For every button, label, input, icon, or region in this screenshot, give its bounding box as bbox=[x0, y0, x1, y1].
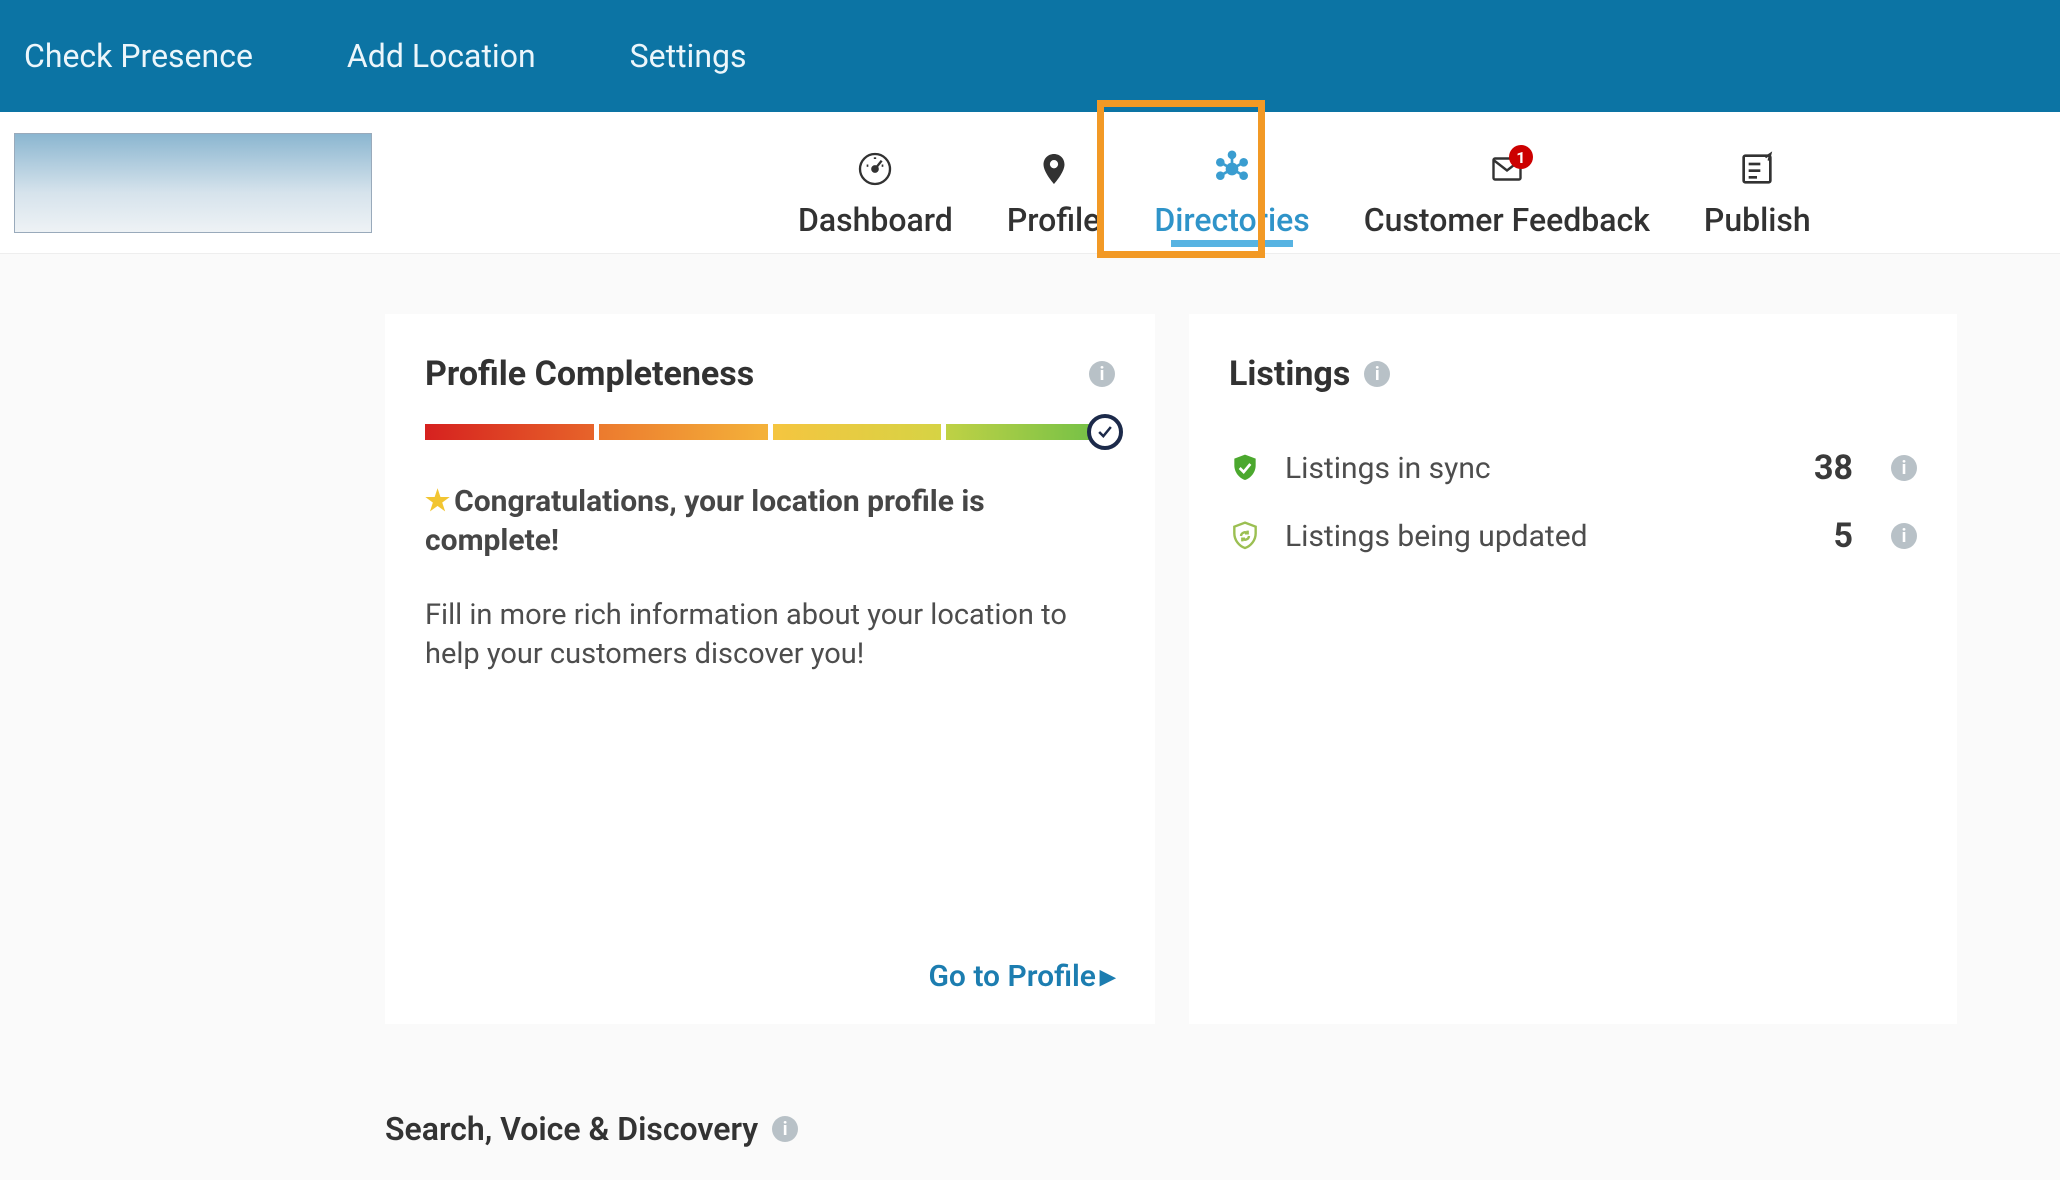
card-header: Listings i bbox=[1229, 354, 1917, 394]
congrats-message: ★Congratulations, your location profile … bbox=[425, 482, 1115, 560]
chevron-right-icon: ▸ bbox=[1100, 959, 1115, 994]
main-content: Profile Completeness i ★Congratulations,… bbox=[0, 254, 2060, 1024]
listings-card: Listings i Listings in sync 38 i Listing… bbox=[1189, 314, 1957, 1024]
star-icon: ★ bbox=[425, 484, 450, 517]
tab-publish[interactable]: Publish bbox=[1698, 137, 1817, 245]
listings-row-in-sync: Listings in sync 38 i bbox=[1229, 434, 1917, 502]
tab-dashboard[interactable]: Dashboard bbox=[792, 137, 959, 245]
tab-profile[interactable]: Profile bbox=[1001, 137, 1107, 245]
topbar: Check Presence Add Location Settings bbox=[0, 0, 2060, 112]
envelope-icon: 1 bbox=[1485, 147, 1529, 191]
tab-label: Publish bbox=[1704, 201, 1811, 239]
shield-check-icon bbox=[1229, 452, 1261, 484]
progress-seg bbox=[425, 424, 594, 440]
tab-underline bbox=[1171, 240, 1293, 247]
nav-row: Dashboard Profile Directories 1 Customer… bbox=[0, 112, 2060, 254]
section-title: Search, Voice & Discovery bbox=[385, 1110, 758, 1148]
topbar-link-add-location[interactable]: Add Location bbox=[347, 37, 536, 75]
tabs: Dashboard Profile Directories 1 Customer… bbox=[792, 112, 1817, 253]
card-title: Profile Completeness bbox=[425, 354, 754, 394]
info-icon[interactable]: i bbox=[1891, 523, 1917, 549]
card-title: Listings bbox=[1229, 354, 1350, 394]
topbar-link-settings[interactable]: Settings bbox=[630, 37, 747, 75]
row-value: 38 bbox=[1814, 448, 1853, 488]
gauge-icon bbox=[853, 147, 897, 191]
progress-seg bbox=[599, 424, 768, 440]
tab-label: Directories bbox=[1154, 201, 1309, 239]
profile-description: Fill in more rich information about your… bbox=[425, 596, 1115, 674]
progress-complete-icon bbox=[1087, 414, 1123, 450]
tab-label: Profile bbox=[1007, 201, 1101, 239]
card-header: Profile Completeness i bbox=[425, 354, 1115, 394]
info-icon[interactable]: i bbox=[1089, 361, 1115, 387]
row-label: Listings being updated bbox=[1285, 519, 1809, 554]
row-label: Listings in sync bbox=[1285, 451, 1790, 486]
congrats-text: Congratulations, your location profile i… bbox=[425, 484, 985, 558]
info-icon[interactable]: i bbox=[772, 1116, 798, 1142]
map-pin-icon bbox=[1032, 147, 1076, 191]
progress-seg bbox=[773, 424, 942, 440]
cta-label: Go to Profile bbox=[928, 959, 1095, 994]
progress-segments bbox=[425, 424, 1115, 440]
listings-row-updating: Listings being updated 5 i bbox=[1229, 502, 1917, 570]
card-footer: Go to Profile▸ bbox=[425, 959, 1115, 994]
logo bbox=[14, 133, 372, 233]
topbar-link-check-presence[interactable]: Check Presence bbox=[24, 37, 253, 75]
profile-completeness-card: Profile Completeness i ★Congratulations,… bbox=[385, 314, 1155, 1024]
info-icon[interactable]: i bbox=[1364, 361, 1390, 387]
shield-refresh-icon bbox=[1229, 520, 1261, 552]
network-icon bbox=[1210, 147, 1254, 191]
notification-badge: 1 bbox=[1509, 145, 1533, 169]
row-value: 5 bbox=[1833, 516, 1853, 556]
publish-icon bbox=[1735, 147, 1779, 191]
progress-bar bbox=[425, 424, 1115, 442]
tab-label: Dashboard bbox=[798, 201, 953, 239]
go-to-profile-link[interactable]: Go to Profile▸ bbox=[928, 959, 1115, 994]
tab-label: Customer Feedback bbox=[1364, 201, 1650, 239]
tab-customer-feedback[interactable]: 1 Customer Feedback bbox=[1358, 137, 1656, 245]
info-icon[interactable]: i bbox=[1891, 455, 1917, 481]
tab-directories[interactable]: Directories bbox=[1148, 137, 1315, 245]
section-heading-search-voice-discovery: Search, Voice & Discovery i bbox=[0, 1024, 2060, 1148]
